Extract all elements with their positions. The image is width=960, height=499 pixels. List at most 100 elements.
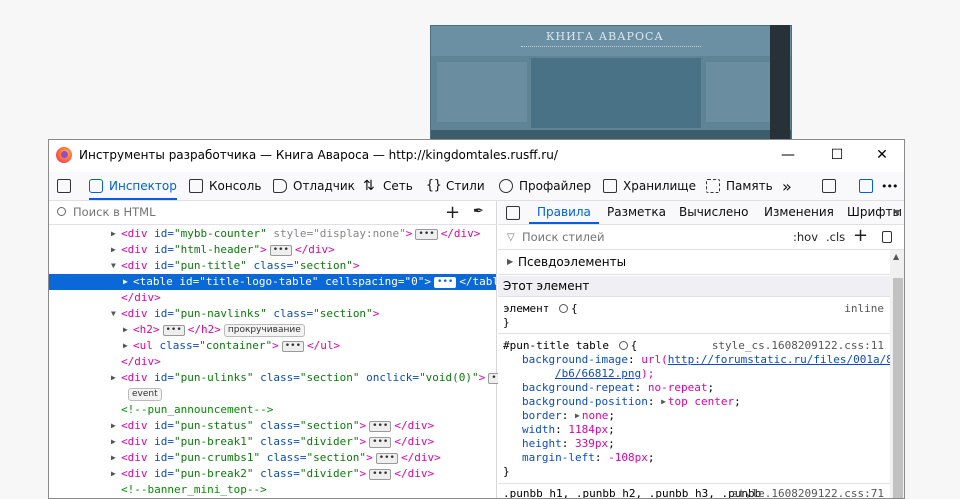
rule-source-link[interactable]: style.1608209122.css:71 bbox=[732, 487, 884, 498]
prop-border[interactable]: border: ▶ none; bbox=[522, 409, 615, 423]
rule-source-link[interactable]: style_cs.1608209122.css:11 bbox=[712, 339, 884, 353]
prop-height[interactable]: height: 339px; bbox=[522, 437, 615, 451]
minimize-button[interactable]: — bbox=[776, 144, 800, 166]
tabs-dropdown-icon[interactable]: ▼ bbox=[894, 201, 900, 224]
expand-arrow-icon[interactable]: ▶ bbox=[111, 226, 119, 242]
rules-scrollbar[interactable]: ▲ bbox=[890, 250, 904, 498]
node-badge[interactable]: event bbox=[128, 388, 162, 401]
collapsed-content-badge[interactable]: ••• bbox=[375, 453, 398, 464]
gear-icon[interactable] bbox=[618, 341, 628, 350]
collapsed-content-badge[interactable]: ••• bbox=[415, 229, 438, 240]
tab-changes[interactable]: Изменения bbox=[764, 201, 834, 224]
prop-value[interactable]: none bbox=[582, 409, 609, 422]
scroll-up-icon[interactable]: ▲ bbox=[893, 252, 899, 261]
node-badge[interactable]: прокручивание bbox=[223, 324, 305, 337]
rule-punbb-headers[interactable]: .punbb h1, .punbb h2, .punbb h3, .punbb bbox=[503, 487, 761, 498]
prop-width[interactable]: width: 1184px; bbox=[522, 423, 615, 437]
tree-node[interactable]: ▶ <ul class="container"> ••• </ul> bbox=[49, 338, 496, 354]
collapsed-content-badge[interactable]: ••• bbox=[369, 437, 392, 448]
collapsed-content-badge[interactable]: ••• bbox=[162, 325, 185, 336]
tree-node[interactable]: </div> bbox=[49, 354, 496, 370]
tree-node[interactable]: ▶ <div id="pun-break1" class="divider"> ••… bbox=[49, 434, 496, 450]
collapsed-content-badge[interactable]: ••• bbox=[369, 469, 392, 480]
gear-icon[interactable] bbox=[558, 304, 568, 313]
toggle-sidebar-icon[interactable] bbox=[506, 206, 520, 220]
tree-node[interactable]: ▶ <div id="pun-crumbs1" class="section"> •… bbox=[49, 450, 496, 466]
html-search-input[interactable]: Поиск в HTML bbox=[73, 205, 156, 219]
bg-image-link[interactable]: http://forumstatic.ru/files/001a/84 bbox=[668, 353, 900, 366]
expand-arrow-icon[interactable]: ▶ bbox=[123, 322, 131, 338]
pseudo-elements-toggle[interactable]: ▶ Псевдоэлементы bbox=[498, 250, 890, 275]
expand-arrow-icon[interactable]: ▶ bbox=[575, 409, 580, 423]
tab-profiler[interactable]: Профайлер bbox=[499, 172, 591, 200]
collapse-arrow-icon[interactable]: ▼ bbox=[111, 306, 119, 322]
collapsed-content-badge[interactable]: ••• bbox=[434, 277, 457, 288]
tree-node[interactable]: event bbox=[49, 386, 496, 402]
expand-arrow-icon[interactable]: ▶ bbox=[111, 434, 119, 450]
tree-node[interactable]: </div> bbox=[49, 290, 496, 306]
overflow-menu-button[interactable]: ••• bbox=[881, 172, 898, 200]
tab-debugger[interactable]: Отладчик bbox=[273, 172, 355, 200]
expand-arrow-icon[interactable]: ▶ bbox=[661, 395, 666, 409]
collapse-arrow-icon[interactable]: ▼ bbox=[111, 258, 119, 274]
more-tools-button[interactable]: » bbox=[782, 172, 792, 200]
prop-value[interactable]: 1184px bbox=[568, 423, 608, 436]
print-media-icon[interactable] bbox=[882, 231, 892, 243]
prop-background-image[interactable]: background-image: url(http://forumstatic… bbox=[522, 353, 900, 367]
close-button[interactable]: ✕ bbox=[870, 144, 894, 166]
tree-node[interactable]: ▶ <div id="pun-break2" class="divider"> ••… bbox=[49, 466, 496, 482]
prop-margin-left[interactable]: margin-left: -108px; bbox=[522, 451, 654, 465]
tab-styles[interactable]: {} Стили bbox=[426, 172, 485, 200]
collapsed-content-badge[interactable]: ••• bbox=[281, 341, 304, 352]
collapsed-content-badge[interactable]: ••• bbox=[269, 245, 292, 256]
prop-value[interactable]: top center bbox=[668, 395, 734, 408]
prop-value[interactable]: 339px bbox=[575, 437, 608, 450]
tab-network[interactable]: ⇅ Сеть bbox=[363, 172, 413, 200]
add-rule-button[interactable]: + bbox=[853, 225, 868, 246]
prop-background-repeat[interactable]: background-repeat: no-repeat; bbox=[522, 381, 714, 395]
element-picker-icon bbox=[57, 179, 71, 193]
expand-arrow-icon[interactable]: ▶ bbox=[111, 370, 119, 386]
class-toggle[interactable]: .cls bbox=[826, 230, 845, 244]
responsive-design-icon[interactable] bbox=[859, 179, 873, 193]
collapsed-content-badge[interactable]: ••• bbox=[369, 421, 392, 432]
tab-storage[interactable]: Хранилище bbox=[603, 172, 696, 200]
tree-node[interactable]: ▼ <div id="pun-title" class="section"> bbox=[49, 258, 496, 274]
expand-arrow-icon[interactable]: ▶ bbox=[111, 450, 119, 466]
maximize-button[interactable]: ☐ bbox=[825, 144, 849, 166]
rule-selector[interactable]: #pun-title table bbox=[503, 339, 609, 352]
tree-node-selected[interactable]: ▶ <table id="title-logo-table" cellspacin… bbox=[49, 274, 512, 290]
tab-inspector[interactable]: Инспектор bbox=[89, 172, 177, 200]
hover-state-toggle[interactable]: :hov bbox=[793, 230, 818, 244]
tree-node[interactable]: ▶ <div id="html-header"> ••• </div> bbox=[49, 242, 496, 258]
expand-arrow-icon[interactable]: ▶ bbox=[123, 274, 131, 290]
element-picker-button[interactable] bbox=[57, 172, 77, 200]
scroll-thumb[interactable] bbox=[893, 278, 903, 498]
tree-node[interactable]: ▶ <div id="pun-ulinks" class="section" on… bbox=[49, 370, 527, 386]
tree-node[interactable]: <!--banner_mini_top--> bbox=[49, 482, 496, 498]
tree-node[interactable]: ▶ <div id="mybb-counter" style="display:n… bbox=[49, 226, 496, 242]
tab-memory[interactable]: Память bbox=[706, 172, 773, 200]
tree-node[interactable]: ▶ <h2> ••• </h2> прокручивание bbox=[49, 322, 496, 338]
divider bbox=[498, 483, 890, 484]
eyedropper-icon[interactable]: ✒ bbox=[473, 204, 484, 219]
prop-value[interactable]: no-repeat bbox=[648, 381, 708, 394]
expand-arrow-icon[interactable]: ▶ bbox=[111, 418, 119, 434]
tab-console[interactable]: Консоль bbox=[189, 172, 261, 200]
bg-image-link-cont[interactable]: /b6/66812.png bbox=[555, 367, 641, 380]
tree-node[interactable]: ▼ <div id="pun-navlinks" class="section"> bbox=[49, 306, 496, 322]
split-console-icon[interactable] bbox=[822, 179, 836, 193]
tab-computed[interactable]: Вычислено bbox=[679, 201, 748, 224]
add-node-button[interactable]: + bbox=[445, 202, 460, 223]
tree-node[interactable]: <!--pun_announcement--> bbox=[49, 402, 496, 418]
expand-arrow-icon[interactable]: ▶ bbox=[111, 242, 119, 258]
expand-arrow-icon[interactable]: ▶ bbox=[111, 466, 119, 482]
tab-layout[interactable]: Разметка bbox=[607, 201, 666, 224]
prop-value[interactable]: -108px bbox=[608, 451, 648, 464]
styles-filter-input[interactable]: Поиск стилей bbox=[522, 230, 604, 244]
tree-node[interactable]: ▶ <div id="pun-status" class="section"> ••… bbox=[49, 418, 496, 434]
expand-arrow-icon[interactable]: ▶ bbox=[123, 338, 131, 354]
prop-background-position[interactable]: background-position: ▶ top center; bbox=[522, 395, 741, 409]
markup-token: "pun-break1" bbox=[174, 435, 254, 448]
tab-rules[interactable]: Правила bbox=[529, 201, 599, 224]
